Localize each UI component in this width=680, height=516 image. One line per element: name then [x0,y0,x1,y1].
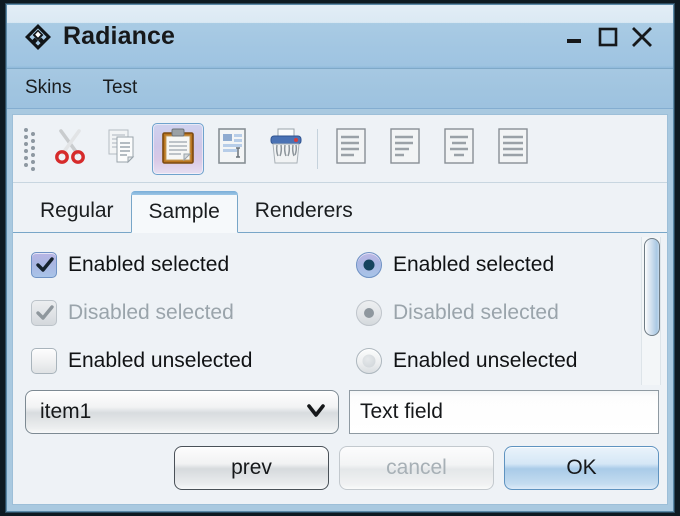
radio-label-enabled-selected: Enabled selected [393,253,555,276]
vertical-scrollbar[interactable] [641,237,661,385]
radio-dot-icon [362,354,376,368]
shredder-icon [266,126,306,171]
tab-regular[interactable]: Regular [23,190,131,232]
item-combobox[interactable]: item1 [25,390,339,434]
application-window: Radiance Skins Test Regular Sample Rende… [6,4,674,512]
window-title: Radiance [63,22,175,50]
checkbox-label-enabled-selected: Enabled selected [68,253,230,276]
chevron-down-icon[interactable] [304,398,328,427]
cancel-button: cancel [339,446,494,490]
radio-row-enabled-unselected[interactable]: Enabled unselected [356,337,667,385]
align-justify-icon [495,126,531,171]
align-left-button[interactable] [325,123,377,175]
content-frame: Regular Sample Renderers Enabled selecte… [12,114,668,505]
close-button[interactable] [625,20,659,54]
radio-label-enabled-unselected: Enabled unselected [393,349,578,372]
minimize-button[interactable] [557,20,591,54]
align-center-icon [387,126,423,171]
menu-bar: Skins Test [7,69,673,109]
checkbox-column: Enabled selected Disabled selected Enabl… [13,241,340,385]
choice-controls-area: Enabled selected Disabled selected Enabl… [13,233,667,385]
radio-column: Enabled selected Disabled selected Enabl… [340,241,667,385]
tab-sample[interactable]: Sample [130,191,238,233]
close-icon [629,24,655,50]
maximize-button[interactable] [591,20,625,54]
checkbox-label-disabled-selected: Disabled selected [68,301,234,324]
checkbox-row-enabled-selected[interactable]: Enabled selected [31,241,340,289]
radio-dot-icon [364,308,374,318]
copy-documents-icon [104,126,144,171]
checkbox-disabled-selected [31,300,57,326]
tab-bar: Regular Sample Renderers [13,183,667,233]
shred-button[interactable] [260,123,312,175]
scrollbar-thumb[interactable] [644,238,660,336]
cut-button[interactable] [44,123,96,175]
radio-enabled-unselected[interactable] [356,348,382,374]
maximize-icon [596,25,620,49]
align-left-icon [333,126,369,171]
text-input-value: Text field [360,400,443,423]
text-form-icon [212,126,252,171]
radio-label-disabled-selected: Disabled selected [393,301,559,324]
radio-row-disabled-selected: Disabled selected [356,289,667,337]
drag-handle-icon[interactable] [17,123,43,175]
text-input-field[interactable]: Text field [349,390,659,434]
fields-row: item1 Text field [13,385,667,439]
dialog-button-bar: prev cancel OK [13,439,667,503]
menu-item-skins[interactable]: Skins [23,75,84,103]
prev-button[interactable]: prev [174,446,329,490]
radio-dot-icon [363,259,375,271]
tab-content-sample: Enabled selected Disabled selected Enabl… [13,233,667,504]
title-bar[interactable]: Radiance [7,5,673,69]
paste-button[interactable] [152,122,204,175]
minimize-icon [563,26,585,48]
tab-renderers[interactable]: Renderers [238,190,370,232]
align-center-button[interactable] [379,123,431,175]
radio-enabled-selected[interactable] [356,252,382,278]
check-icon [36,305,54,320]
checkbox-enabled-selected[interactable] [31,252,57,278]
checkbox-row-enabled-unselected[interactable]: Enabled unselected [31,337,340,385]
align-justify-button[interactable] [487,123,539,175]
toolbar [13,115,667,183]
checkbox-label-enabled-unselected: Enabled unselected [68,349,253,372]
checkbox-row-disabled-selected: Disabled selected [31,289,340,337]
clipboard-icon [158,126,198,171]
menu-item-test[interactable]: Test [100,75,150,103]
ok-button[interactable]: OK [504,446,659,490]
diamond-logo-icon [23,22,53,52]
check-icon [36,257,54,272]
checkbox-enabled-unselected[interactable] [31,348,57,374]
toolbar-separator [317,128,318,169]
scissors-icon [50,126,90,171]
copy-button[interactable] [98,123,150,175]
radio-disabled-selected [356,300,382,326]
align-right-icon [441,126,477,171]
align-right-button[interactable] [433,123,485,175]
window-body: Regular Sample Renderers Enabled selecte… [7,109,673,511]
radio-row-enabled-selected[interactable]: Enabled selected [356,241,667,289]
edit-form-button[interactable] [206,123,258,175]
combobox-value: item1 [40,400,92,423]
